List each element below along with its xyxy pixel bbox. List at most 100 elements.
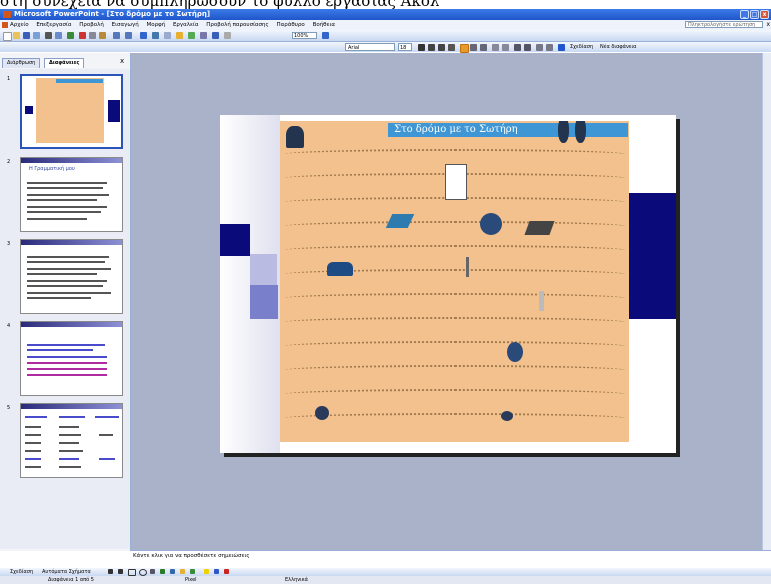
tables-borders-icon[interactable] <box>164 32 171 39</box>
thumb-cell <box>25 434 41 436</box>
fill-color-icon[interactable] <box>204 569 209 574</box>
font-size-select[interactable]: 18 <box>398 43 412 51</box>
cut-icon[interactable] <box>79 32 86 39</box>
tab-outline[interactable]: Διάρθρωση <box>2 58 41 68</box>
document-icon[interactable] <box>2 22 8 28</box>
line-icon[interactable] <box>108 569 113 574</box>
redo-icon[interactable] <box>125 32 132 39</box>
slide-thumbnail-4[interactable] <box>20 321 123 396</box>
text-path <box>285 413 625 423</box>
slide-thumbnail-3[interactable] <box>20 239 123 314</box>
clipart-draw-icon[interactable] <box>180 569 185 574</box>
align-center-icon[interactable] <box>470 44 477 51</box>
undo-icon[interactable] <box>113 32 120 39</box>
email-icon[interactable] <box>33 32 40 39</box>
show-formatting-icon[interactable] <box>200 32 207 39</box>
panel-tabs: Διάρθρωση Διαφάνειες <box>2 58 128 68</box>
copy-icon[interactable] <box>89 32 96 39</box>
font-color-icon[interactable] <box>558 44 565 51</box>
close-button[interactable]: x <box>760 10 769 19</box>
slide-thumbnail-5[interactable] <box>20 403 123 478</box>
window-titlebar[interactable]: Microsoft PowerPoint - [Στο δρόμο με το … <box>0 9 771 20</box>
thumb-column-header <box>25 416 47 418</box>
thumb-title: Η Γραμματική μου <box>29 166 75 172</box>
design-button[interactable]: Σχεδίαση <box>570 43 593 51</box>
text-path <box>285 341 625 351</box>
menu-window[interactable]: Παράθυρο <box>277 20 305 30</box>
clipart-icon[interactable] <box>176 32 183 39</box>
help-icon[interactable] <box>322 32 329 39</box>
menu-insert[interactable]: Εισαγωγή <box>112 20 139 30</box>
current-slide[interactable]: Στο δρόμο με το Σωτήρη <box>220 115 676 453</box>
menu-tools[interactable]: Εργαλεία <box>173 20 199 30</box>
save-icon[interactable] <box>23 32 30 39</box>
font-color-draw-icon[interactable] <box>224 569 229 574</box>
expand-all-icon[interactable] <box>188 32 195 39</box>
slide-thumbnail-1[interactable] <box>20 74 123 149</box>
slide-editing-area[interactable]: Στο δρόμο με το Σωτήρη <box>131 53 771 550</box>
help-search-input[interactable]: Πληκτρολογήστε ερώτηση <box>685 21 763 28</box>
thumb-text-line <box>27 256 109 258</box>
panel-close-button[interactable]: x <box>120 57 124 66</box>
print-preview-icon[interactable] <box>55 32 62 39</box>
paste-icon[interactable] <box>99 32 106 39</box>
color-grayscale-icon[interactable] <box>224 32 231 39</box>
minimize-button[interactable]: _ <box>740 10 749 19</box>
text-path <box>285 317 625 327</box>
menu-edit[interactable]: Επεξεργασία <box>36 20 71 30</box>
vertical-scrollbar[interactable] <box>762 53 771 550</box>
print-icon[interactable] <box>45 32 52 39</box>
menu-format[interactable]: Μορφή <box>146 20 165 30</box>
thumb-blue-rect <box>108 100 120 122</box>
picture-icon[interactable] <box>190 569 195 574</box>
thumb-text-line <box>27 368 107 370</box>
spelling-icon[interactable] <box>67 32 74 39</box>
decrease-font-icon[interactable] <box>524 44 531 51</box>
background-document-text: στη συνέχεια να συμπληρώσουν το φύλλο ερ… <box>0 0 771 9</box>
autoshapes-menu-button[interactable]: Αυτόματα Σχήματα <box>42 568 91 576</box>
menu-file[interactable]: Αρχείο <box>10 20 29 30</box>
thumb-text-line <box>27 273 97 275</box>
bold-icon[interactable] <box>418 44 425 51</box>
menu-view[interactable]: Προβολή <box>79 20 104 30</box>
menu-help[interactable]: Βοήθεια <box>313 20 335 30</box>
font-select[interactable]: Arial <box>345 43 395 51</box>
thumb-text-line <box>27 374 107 376</box>
decrease-indent-icon[interactable] <box>536 44 543 51</box>
footprint-icon <box>575 121 586 143</box>
bullets-icon[interactable] <box>502 44 509 51</box>
italic-icon[interactable] <box>428 44 435 51</box>
open-icon[interactable] <box>13 32 20 39</box>
table-icon[interactable] <box>152 32 159 39</box>
thumb-cell <box>59 450 83 452</box>
maximize-button[interactable]: □ <box>750 10 759 19</box>
new-icon[interactable] <box>3 32 12 41</box>
draw-menu-button[interactable]: Σχεδίαση <box>10 568 33 576</box>
arrow-icon[interactable] <box>118 569 123 574</box>
close-document-button[interactable]: x <box>766 21 770 29</box>
tab-slides[interactable]: Διαφάνειες <box>44 58 85 68</box>
notes-pane[interactable]: Κάντε κλικ για να προσθέσετε σημειώσεις <box>131 550 771 569</box>
line-color-icon[interactable] <box>214 569 219 574</box>
thumb-cell <box>25 442 41 444</box>
increase-font-icon[interactable] <box>514 44 521 51</box>
oval-icon[interactable] <box>139 569 147 576</box>
textbox-icon[interactable] <box>150 569 155 574</box>
menu-items: Αρχείο Επεξεργασία Προβολή Εισαγωγή Μορφ… <box>10 20 341 30</box>
align-right-icon[interactable] <box>480 44 487 51</box>
rectangle-icon[interactable] <box>128 569 136 576</box>
diagram-icon[interactable] <box>170 569 175 574</box>
wordart-icon[interactable] <box>160 569 165 574</box>
numbering-icon[interactable] <box>492 44 499 51</box>
underline-icon[interactable] <box>438 44 445 51</box>
thumb-text-line <box>27 285 103 287</box>
new-slide-button[interactable]: Νέα διαφάνεια <box>600 43 636 51</box>
slide-thumbnail-2[interactable]: Η Γραμματική μου <box>20 157 123 232</box>
menu-slideshow[interactable]: Προβολή παρουσίασης <box>206 20 269 30</box>
increase-indent-icon[interactable] <box>546 44 553 51</box>
zoom-select[interactable]: 100% <box>292 32 317 39</box>
grid-icon[interactable] <box>212 32 219 39</box>
align-left-icon[interactable] <box>460 44 469 53</box>
chart-icon[interactable] <box>140 32 147 39</box>
shadow-icon[interactable] <box>448 44 455 51</box>
